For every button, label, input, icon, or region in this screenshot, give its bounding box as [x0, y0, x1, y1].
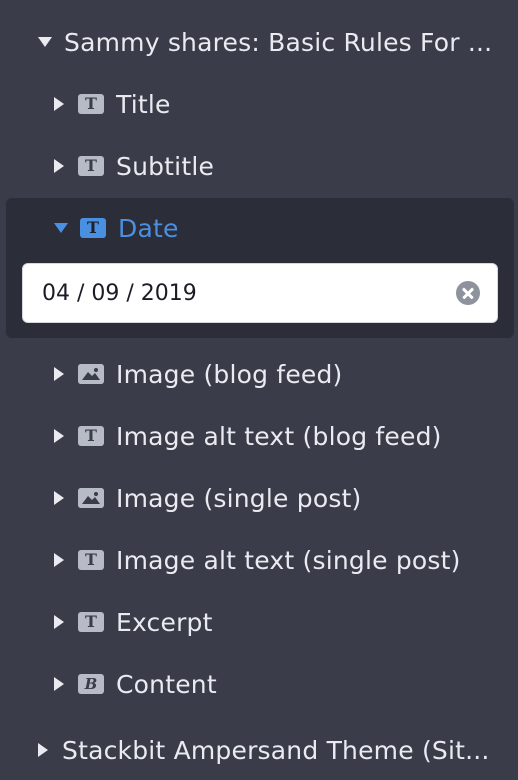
chevron-right-icon[interactable]	[54, 615, 64, 629]
field-label: Subtitle	[116, 151, 215, 181]
field-label: Image (blog feed)	[116, 359, 343, 389]
chevron-right-icon[interactable]	[54, 159, 64, 173]
field-label: Title	[116, 89, 171, 119]
field-item-date[interactable]: T Date	[0, 198, 518, 258]
text-type-icon: T	[80, 218, 106, 238]
field-item-image-single-post[interactable]: Image (single post)	[0, 468, 518, 528]
field-label: Date	[118, 213, 179, 243]
tree-root-entry[interactable]: Sammy shares: Basic Rules For ...	[0, 12, 518, 72]
chevron-down-icon[interactable]	[38, 37, 52, 47]
chevron-down-icon[interactable]	[54, 223, 68, 233]
chevron-right-icon[interactable]	[54, 553, 64, 567]
field-item-subtitle[interactable]: T Subtitle	[0, 136, 518, 196]
field-item-excerpt[interactable]: T Excerpt	[0, 592, 518, 652]
field-item-image-blog-feed[interactable]: Image (blog feed)	[0, 344, 518, 404]
image-type-icon	[78, 488, 104, 508]
field-item-content[interactable]: B Content	[0, 654, 518, 714]
content-tree-panel: Sammy shares: Basic Rules For ... T Titl…	[0, 0, 518, 780]
text-type-icon: T	[78, 94, 104, 114]
chevron-right-icon[interactable]	[54, 491, 64, 505]
field-item-title[interactable]: T Title	[0, 74, 518, 134]
text-type-icon: T	[78, 156, 104, 176]
field-item-image-alt-single-post[interactable]: T Image alt text (single post)	[0, 530, 518, 590]
tree-sibling-root-entry[interactable]: Stackbit Ampersand Theme (Sit...	[0, 720, 518, 780]
tree-root-label: Sammy shares: Basic Rules For ...	[64, 27, 493, 57]
chevron-right-icon[interactable]	[54, 677, 64, 691]
markdown-type-icon: B	[78, 674, 104, 694]
chevron-right-icon[interactable]	[54, 97, 64, 111]
field-label: Content	[116, 669, 217, 699]
field-label: Image alt text (single post)	[116, 545, 461, 575]
field-item-image-alt-blog-feed[interactable]: T Image alt text (blog feed)	[0, 406, 518, 466]
text-type-icon: T	[78, 550, 104, 570]
chevron-right-icon[interactable]	[54, 429, 64, 443]
date-input-wrapper	[22, 263, 498, 323]
field-label: Image alt text (blog feed)	[116, 421, 442, 451]
text-type-icon: T	[78, 612, 104, 632]
field-label: Excerpt	[116, 607, 213, 637]
field-label: Image (single post)	[116, 483, 362, 513]
image-type-icon	[78, 364, 104, 384]
text-type-icon: T	[78, 426, 104, 446]
chevron-right-icon[interactable]	[54, 367, 64, 381]
tree-root-label: Stackbit Ampersand Theme (Sit...	[62, 735, 490, 765]
clear-icon[interactable]	[456, 281, 480, 305]
date-input[interactable]	[23, 279, 444, 307]
chevron-right-icon[interactable]	[38, 743, 48, 757]
